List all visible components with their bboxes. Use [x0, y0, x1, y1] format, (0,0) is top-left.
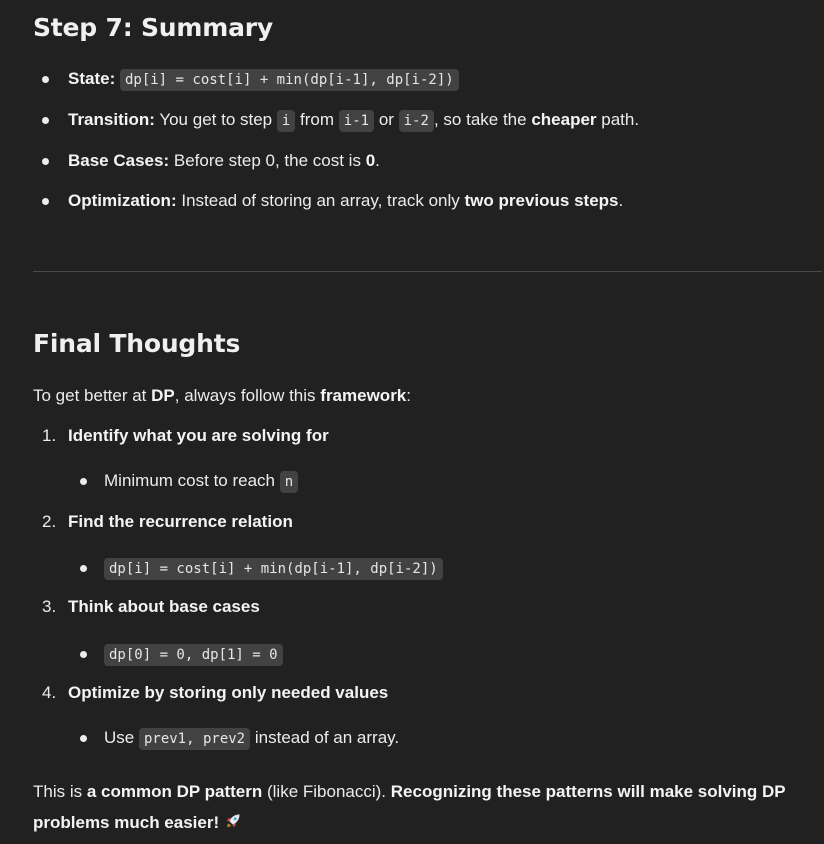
bullet-dot	[80, 565, 87, 572]
closing-paragraph: This is a common DP pattern (like Fibona…	[33, 776, 813, 838]
item-text: Before step 0, the cost is	[173, 151, 361, 170]
para-strong: a common DP pattern	[86, 782, 263, 801]
inline-code: dp[i] = cost[i] + min(dp[i-1], dp[i-2])	[119, 69, 459, 91]
bullet-dot	[42, 158, 49, 165]
item-text: or	[378, 110, 394, 129]
step-title: Optimize by storing only needed values	[68, 683, 389, 702]
item-text: , so take the	[433, 110, 527, 129]
item-text: You get to step	[159, 110, 273, 129]
step-title: Find the recurrence relation	[68, 512, 293, 531]
detail-text: instead of an array.	[254, 728, 400, 747]
item-text: Instead of storing an array, track only	[181, 191, 460, 210]
item-text: path.	[601, 110, 640, 129]
horizontal-divider	[33, 271, 822, 272]
list-number: 4.	[42, 683, 57, 702]
intro-paragraph: To get better at DP, always follow this …	[33, 380, 813, 411]
inline-code: dp[i] = cost[i] + min(dp[i-1], dp[i-2])	[104, 558, 443, 580]
framework-step-2: 2. Find the recurrence relation	[42, 510, 293, 534]
item-label: Optimization:	[68, 191, 177, 210]
item-strong: cheaper	[531, 110, 597, 129]
framework-step-4: 4. Optimize by storing only needed values	[42, 681, 388, 705]
item-label: Base Cases:	[68, 151, 170, 170]
inline-code: i-2	[398, 110, 434, 132]
item-strong: two previous steps	[464, 191, 619, 210]
item-text: .	[375, 151, 380, 170]
rocket-icon	[226, 814, 240, 828]
para-strong: framework	[320, 386, 407, 405]
framework-step-1: 1. Identify what you are solving for	[42, 424, 329, 448]
inline-code: i-1	[338, 110, 375, 132]
detail-text: Use	[104, 728, 135, 747]
list-number: 1.	[42, 426, 57, 445]
inline-code: n	[279, 471, 299, 493]
section-heading-final-thoughts: Final Thoughts	[33, 329, 241, 358]
para-text: (like Fibonacci).	[266, 782, 387, 801]
para-text: , always follow this	[174, 386, 316, 405]
item-strong: 0	[365, 151, 376, 170]
bullet-dot	[80, 651, 87, 658]
section-heading-summary: Step 7: Summary	[33, 13, 274, 42]
inline-code: i	[276, 110, 296, 132]
item-label: State:	[68, 69, 116, 88]
bullet-dot	[42, 76, 49, 83]
framework-step-3: 3. Think about base cases	[42, 595, 260, 619]
item-label: Transition:	[68, 110, 155, 129]
para-strong: DP	[151, 386, 175, 405]
list-number: 2.	[42, 512, 57, 531]
bullet-dot	[80, 735, 87, 742]
bullet-dot	[42, 198, 49, 205]
para-text: To get better at	[33, 386, 147, 405]
step-title: Identify what you are solving for	[68, 426, 329, 445]
list-number: 3.	[42, 597, 57, 616]
bullet-dot	[42, 117, 49, 124]
bullet-dot	[80, 478, 87, 485]
step-title: Think about base cases	[68, 597, 260, 616]
inline-code: dp[0] = 0, dp[1] = 0	[104, 644, 283, 666]
item-text: from	[300, 110, 335, 129]
detail-text: Minimum cost to reach	[104, 471, 275, 490]
inline-code: prev1, prev2	[138, 728, 251, 750]
para-text: This is	[33, 782, 83, 801]
para-text: :	[406, 386, 411, 405]
item-text: .	[618, 191, 624, 210]
